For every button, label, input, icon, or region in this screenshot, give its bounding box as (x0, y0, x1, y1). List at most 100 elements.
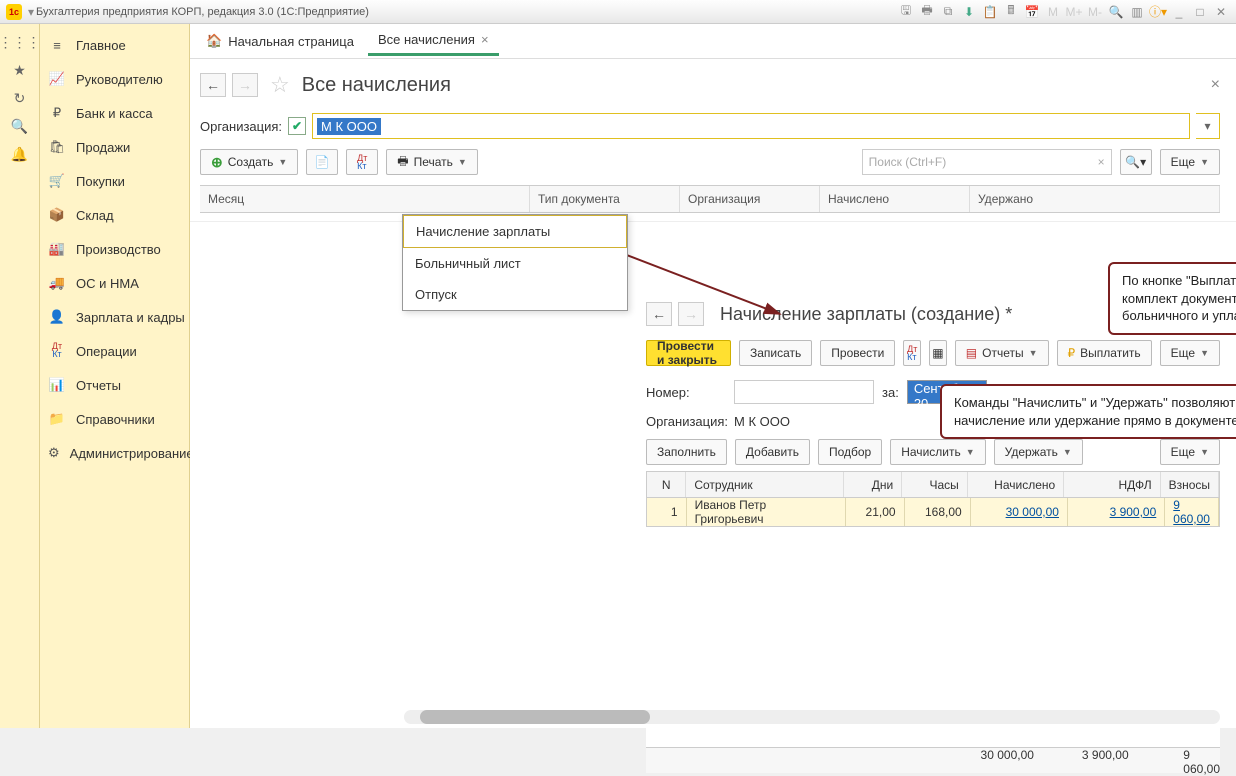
sidebar-item-admin[interactable]: ⚙Администрирование (40, 436, 189, 470)
m-minus-icon[interactable]: M- (1086, 3, 1104, 21)
org-dropdown-button[interactable]: ▾ (1196, 113, 1220, 139)
col-accrued[interactable]: Начислено (820, 186, 970, 212)
sidebar-item-purchases[interactable]: 🛒Покупки (40, 164, 189, 198)
org-field[interactable]: М К ООО (312, 113, 1190, 139)
scrollbar-thumb[interactable] (420, 710, 650, 724)
sidebar-item-production[interactable]: 🏭Производство (40, 232, 189, 266)
post-close-button[interactable]: Провести и закрыть (646, 340, 731, 366)
print-button[interactable]: 🖶Печать▼ (386, 149, 478, 175)
info-icon[interactable]: ⓘ▾ (1149, 3, 1167, 21)
post-button[interactable]: Провести (820, 340, 895, 366)
calc-icon[interactable]: 🖩 (1002, 3, 1020, 21)
sidebar-item-directories[interactable]: 📁Справочники (40, 402, 189, 436)
print-icon[interactable]: 🖶 (918, 3, 936, 21)
history-icon[interactable]: ↻ (0, 84, 39, 112)
cell-acc[interactable]: 30 000,00 (971, 498, 1068, 526)
col-acc[interactable]: Начислено (968, 472, 1064, 497)
fill-button[interactable]: Заполнить (646, 439, 727, 465)
sub-nav-back[interactable]: ← (646, 302, 672, 326)
zoom-icon[interactable]: 🔍 (1107, 3, 1125, 21)
col-days[interactable]: Дни (844, 472, 902, 497)
col-month[interactable]: Месяц (200, 186, 530, 212)
deduct-button[interactable]: Удержать▼ (994, 439, 1083, 465)
dropdown-icon: ▼ (1200, 157, 1209, 167)
nav-forward-button[interactable]: → (232, 73, 258, 97)
sidebar-item-operations[interactable]: ДтКтОперации (40, 334, 189, 368)
copy-button[interactable]: 📄 (306, 149, 338, 175)
pay-button[interactable]: ₽Выплатить (1057, 340, 1152, 366)
excel-icon[interactable]: ⬇ (960, 3, 978, 21)
nav-back-button[interactable]: ← (200, 73, 226, 97)
write-button[interactable]: Записать (739, 340, 812, 366)
col-ndfl[interactable]: НДФЛ (1064, 472, 1160, 497)
dtkt-button[interactable]: ДтКт (346, 149, 378, 175)
col-hours[interactable]: Часы (902, 472, 968, 497)
col-n[interactable]: N (647, 472, 686, 497)
close-icon[interactable]: ✕ (1212, 3, 1230, 21)
more-button[interactable]: Еще▼ (1160, 149, 1220, 175)
col-org[interactable]: Организация (680, 186, 820, 212)
m-plus-icon[interactable]: M+ (1065, 3, 1083, 21)
pick-button[interactable]: Подбор (818, 439, 882, 465)
minimize-icon[interactable]: _ (1170, 3, 1188, 21)
favorite-icon[interactable]: ★ (0, 56, 39, 84)
save-icon[interactable]: 🖫 (897, 3, 915, 21)
search-button[interactable]: 🔍▾ (1120, 149, 1152, 175)
dropdown-item-salary[interactable]: Начисление зарплаты (403, 215, 627, 248)
compare-icon[interactable]: ⧉ (939, 3, 957, 21)
list-icon: ≡ (48, 38, 66, 53)
search-icon[interactable]: 🔍 (0, 112, 39, 140)
tab-close-icon[interactable]: × (481, 32, 489, 47)
calendar-icon[interactable]: 📅 (1023, 3, 1041, 21)
dropdown-icon: ▼ (278, 157, 287, 167)
maximize-icon[interactable]: □ (1191, 3, 1209, 21)
org-checkbox[interactable]: ✔ (288, 117, 306, 135)
notifications-icon[interactable]: 🔔 (0, 140, 39, 168)
sub-more-button[interactable]: Еще▼ (1160, 340, 1220, 366)
page-close-icon[interactable]: × (1211, 76, 1220, 94)
col-emp[interactable]: Сотрудник (686, 472, 844, 497)
add-button[interactable]: Добавить (735, 439, 810, 465)
cell-contr[interactable]: 9 060,00 (1165, 498, 1219, 526)
cell-ndfl[interactable]: 3 900,00 (1068, 498, 1165, 526)
sidebar-item-main[interactable]: ≡Главное (40, 28, 189, 62)
num-input[interactable] (734, 380, 874, 404)
sub-nav-fwd[interactable]: → (678, 302, 704, 326)
clipboard-icon[interactable]: 📋 (981, 3, 999, 21)
app-menu-dropdown[interactable]: ▾ (26, 5, 36, 19)
sidebar-item-salary[interactable]: 👤Зарплата и кадры (40, 300, 189, 334)
m-icon[interactable]: M (1044, 3, 1062, 21)
favorite-star-icon[interactable]: ☆ (270, 72, 290, 98)
dropdown-item-sickleave[interactable]: Больничный лист (403, 248, 627, 279)
sidebar-item-bank[interactable]: ₽Банк и касса (40, 96, 189, 130)
accrue-button[interactable]: Начислить▼ (890, 439, 985, 465)
sidebar-item-manager[interactable]: 📈Руководителю (40, 62, 189, 96)
create-button[interactable]: ⊕Создать▼ (200, 149, 298, 175)
registers-button[interactable]: ▦ (929, 340, 947, 366)
tab-accruals[interactable]: Все начисления× (368, 26, 499, 56)
dtkt-button2[interactable]: ДтКт (903, 340, 921, 366)
panels-icon[interactable]: ▥ (1128, 3, 1146, 21)
gear-icon: ⚙ (48, 445, 60, 461)
reports-button[interactable]: ▤Отчеты▼ (955, 340, 1049, 366)
sidebar-item-reports[interactable]: 📊Отчеты (40, 368, 189, 402)
sidebar-item-stock[interactable]: 📦Склад (40, 198, 189, 232)
col-doctype[interactable]: Тип документа (530, 186, 680, 212)
col-contr[interactable]: Взносы (1161, 472, 1219, 497)
cell-n: 1 (647, 498, 687, 526)
horizontal-scrollbar[interactable] (404, 710, 1220, 724)
cell-days: 21,00 (846, 498, 904, 526)
callout-accrue: Команды "Начислить" и "Удержать" позволя… (940, 384, 1236, 439)
app-logo-icon: 1c (6, 4, 22, 20)
table-row[interactable]: 1 Иванов Петр Григорьевич 21,00 168,00 3… (647, 498, 1219, 526)
dropdown-item-vacation[interactable]: Отпуск (403, 279, 627, 310)
apps-icon[interactable]: ⋮⋮⋮ (0, 28, 39, 56)
tab-home[interactable]: 🏠Начальная страница (194, 26, 366, 56)
clear-icon[interactable]: × (1098, 155, 1105, 169)
sub-more2-button[interactable]: Еще▼ (1160, 439, 1220, 465)
search-input[interactable]: Поиск (Ctrl+F)× (862, 149, 1112, 175)
sidebar-item-sales[interactable]: 🛍Продажи (40, 130, 189, 164)
col-deducted[interactable]: Удержано (970, 186, 1220, 212)
sidebar-label: Склад (76, 208, 114, 223)
sidebar-item-assets[interactable]: 🚚ОС и НМА (40, 266, 189, 300)
